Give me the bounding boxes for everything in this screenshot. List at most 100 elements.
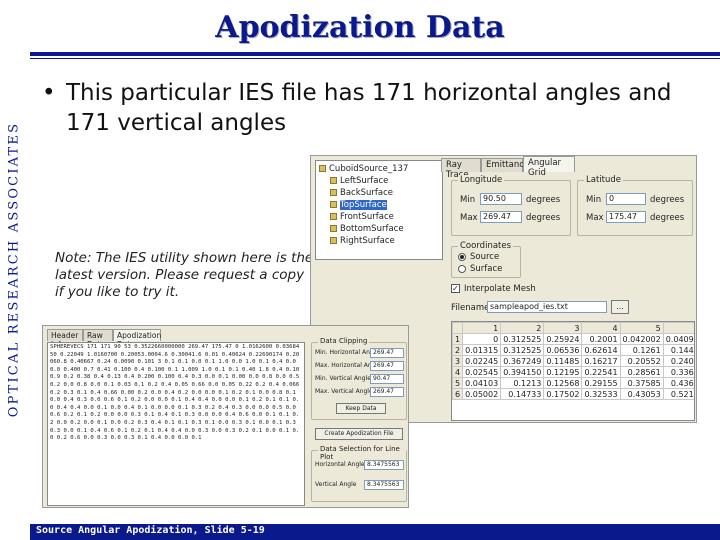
grid-cell[interactable]: 0.2001 [581,333,621,345]
surface-tree[interactable]: CuboidSource_137 LeftSurface BackSurface… [315,160,443,260]
tab-angular-grid[interactable]: Angular Grid [523,156,575,178]
tree-item[interactable]: LeftSurface [330,176,388,187]
grid-cell[interactable]: 0.02245 [462,355,502,367]
filename-input[interactable]: sampleapod_ies.txt [487,301,607,313]
vertical-angle-input[interactable]: 8.3475563 [364,480,404,490]
grid-cell[interactable]: 0.05002 [462,388,502,400]
grid-cell[interactable]: 0.02545 [462,366,502,378]
grid-col-header: 2 [500,322,545,334]
grid-col-header: 5 [619,322,664,334]
grid-cell[interactable]: 0.4363 [662,377,694,389]
longitude-max-input[interactable]: 269.47 [480,211,522,223]
latitude-min-unit: degrees [650,195,685,205]
longitude-min-input[interactable]: 90.50 [480,193,522,205]
grid-cell[interactable]: 0.312525 [500,344,545,356]
tree-item[interactable]: BackSurface [330,188,393,199]
longitude-min-unit: degrees [526,195,561,205]
tab-emittance[interactable]: Emittance [481,158,529,172]
keep-data-button[interactable]: Keep Data [336,403,386,414]
grid-cell[interactable]: 0.01315 [462,344,502,356]
tree-root[interactable]: CuboidSource_137 [319,164,408,175]
data-clipping-group: Data Clipping Min. Horizontal Angle 269.… [311,337,407,420]
grid-cell[interactable]: 0.367249 [500,355,545,367]
grid-cell[interactable]: 0.25924 [543,333,583,345]
tree-root-label: CuboidSource_137 [329,164,409,174]
min-horizontal-input[interactable]: 269.47 [370,348,404,358]
max-vertical-input[interactable]: 269.47 [370,387,404,397]
grid-cell[interactable]: 0.312525 [500,333,545,345]
max-vertical-label: Max. Vertical Angle [315,388,373,395]
tab-raw-data[interactable]: Raw Data [83,329,113,349]
longitude-min-label: Min [460,195,476,205]
tree-item[interactable]: RightSurface [330,236,395,247]
longitude-label: Longitude [458,175,505,185]
grid-cell[interactable]: 0.06536 [543,344,583,356]
grid-row-header: 6 [452,388,464,400]
latitude-min-label: Min [586,195,602,205]
longitude-max-label: Max [460,213,478,223]
grid-cell[interactable]: 0.32533 [581,388,621,400]
tree-item-selected[interactable]: TopSurface [330,200,387,211]
apodization-data-text[interactable]: SPHEREVECS 171 171 90 53 0.3522660000000… [47,342,305,506]
grid-cell[interactable]: 0.04091 [662,333,694,345]
min-vertical-label: Min. Vertical Angle [315,375,371,382]
interpolate-mesh-checkbox[interactable]: ✓ [451,284,460,293]
grid-cell[interactable]: 0 [462,333,502,345]
grid-cell[interactable]: 0.2401 [662,355,694,367]
grid-cell[interactable]: 0.16217 [581,355,621,367]
surface-icon [330,189,337,196]
grid-row: 6 0.05002 0.14733 0.17502 0.32533 0.4305… [452,388,694,400]
grid-cell[interactable]: 0.28561 [619,366,664,378]
data-clipping-label: Data Clipping [318,337,370,345]
tree-item[interactable]: FrontSurface [330,212,394,223]
grid-cell[interactable]: 0.394150 [500,366,545,378]
grid-cell[interactable]: 0.04103 [462,377,502,389]
grid-cell[interactable]: 0.62614 [581,344,621,356]
tree-item-label: BottomSurface [340,224,404,234]
grid-cell[interactable]: 0.29155 [581,377,621,389]
grid-cell[interactable]: 0.1441 [662,344,694,356]
grid-cell[interactable]: 0.43053 [619,388,664,400]
grid-col-header: 6 [662,322,694,334]
apodization-grid[interactable]: 1 2 3 4 5 6 1 0 0.312525 0.25924 0.2001 … [451,321,695,421]
bullet-text: This particular IES file has 171 horizon… [66,80,672,136]
latitude-max-unit: degrees [650,213,685,223]
grid-cell[interactable]: 0.14733 [500,388,545,400]
title-rule [30,52,720,56]
latitude-max-input[interactable]: 175.47 [606,211,646,223]
create-apodization-file-button[interactable]: Create Apodization File [315,428,403,440]
surface-icon [330,237,337,244]
apodization-grid-table: 1 2 3 4 5 6 1 0 0.312525 0.25924 0.2001 … [452,322,694,400]
grid-row-header: 2 [452,344,464,356]
max-horizontal-input[interactable]: 269.47 [370,361,404,371]
grid-cell[interactable]: 0.1213 [500,377,545,389]
grid-cell[interactable]: 0.11485 [543,355,583,367]
tree-item-label: BackSurface [340,188,394,198]
grid-cell[interactable]: 0.12195 [543,366,583,378]
tab-header-info[interactable]: Header Info [47,329,83,349]
latitude-min-input[interactable]: 0 [606,193,646,205]
grid-cell[interactable]: 0.5214 [662,388,694,400]
grid-cell[interactable]: 0.17502 [543,388,583,400]
coordinates-group: Coordinates Source Surface [451,241,521,278]
grid-cell[interactable]: 0.37585 [619,377,664,389]
bullet-dot: • [42,80,56,106]
coordinates-surface-radio[interactable] [458,265,466,273]
grid-cell[interactable]: 0.042002 [619,333,664,345]
coordinates-source-label: Source [470,252,500,262]
min-vertical-input[interactable]: 90.47 [370,374,404,384]
grid-cell[interactable]: 0.1261 [619,344,664,356]
footer-text: Source Angular Apodization, Slide 5-19 [36,525,265,536]
grid-cell[interactable]: 0.3362 [662,366,694,378]
tab-apodization-data[interactable]: Apodization Data [113,329,161,349]
coordinates-source-radio[interactable] [458,253,466,261]
tree-item[interactable]: BottomSurface [330,224,404,235]
grid-cell[interactable]: 0.12568 [543,377,583,389]
grid-cell[interactable]: 0.20552 [619,355,664,367]
utility-controls: Data Clipping Min. Horizontal Angle 269.… [311,337,407,506]
grid-cell[interactable]: 0.22541 [581,366,621,378]
grid-row-header: 5 [452,377,464,389]
horizontal-angle-input[interactable]: 8.3475563 [364,460,404,470]
tab-ray-trace[interactable]: Ray Trace [441,158,481,180]
browse-button[interactable]: ... [611,300,629,314]
